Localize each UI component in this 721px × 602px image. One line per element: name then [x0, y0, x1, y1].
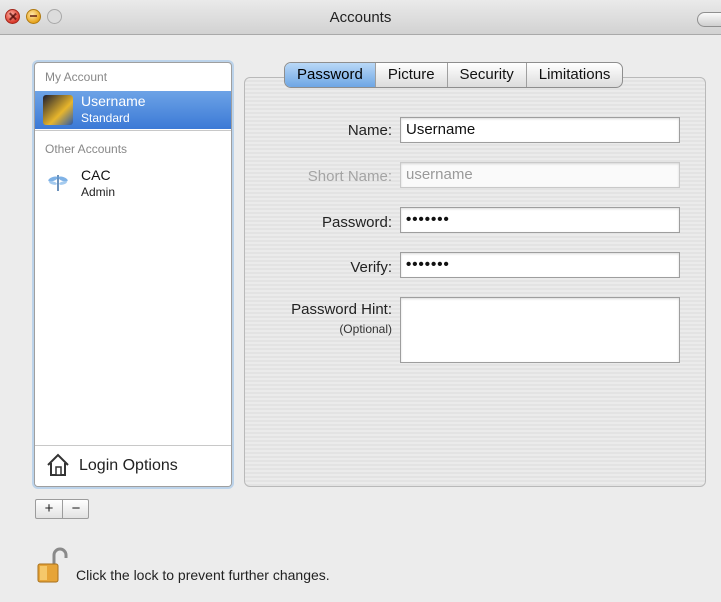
password-hint-field[interactable] — [400, 297, 680, 363]
password-hint-label: Password Hint: — [291, 301, 392, 318]
short-name-label: Short Name: — [307, 168, 392, 185]
user-avatar — [43, 95, 73, 125]
name-field[interactable]: Username — [400, 117, 680, 143]
lock-icon[interactable] — [36, 546, 72, 586]
other-accounts-header: Other Accounts — [45, 142, 128, 156]
accounts-window: Accounts My Account Username Standard Ot… — [0, 0, 721, 602]
add-account-button[interactable]: + — [36, 500, 63, 518]
tab-bar: Password Picture Security Limitations — [284, 62, 624, 88]
tab-limitations[interactable]: Limitations — [527, 63, 623, 87]
verify-field[interactable]: ••••••• — [400, 252, 680, 278]
tab-security[interactable]: Security — [448, 63, 527, 87]
account-name: CAC — [81, 167, 111, 183]
tab-picture[interactable]: Picture — [376, 63, 448, 87]
house-icon — [47, 453, 69, 476]
password-label: Password: — [321, 214, 392, 231]
short-name-field: username — [400, 162, 680, 188]
verify-label: Verify: — [350, 259, 392, 276]
tab-password[interactable]: Password — [285, 63, 376, 87]
dragonfly-avatar-icon — [48, 175, 68, 191]
name-label: Name: — [347, 122, 392, 139]
toolbar-toggle-button[interactable] — [697, 12, 721, 27]
login-options-label: Login Options — [79, 457, 178, 474]
lock-message: Click the lock to prevent further change… — [76, 567, 330, 583]
remove-account-button[interactable]: − — [63, 500, 89, 518]
accounts-list: My Account Username Standard Other Accou… — [34, 62, 232, 487]
account-role: Admin — [81, 185, 116, 199]
account-name: Username — [81, 93, 146, 109]
divider — [35, 130, 231, 131]
window-title: Accounts — [329, 9, 392, 26]
login-options-item[interactable]: Login Options — [35, 445, 231, 486]
optional-note: (Optional) — [339, 322, 392, 336]
account-row[interactable]: CAC Admin — [35, 167, 231, 201]
add-remove-control: + − — [35, 499, 89, 519]
password-field[interactable]: ••••••• — [400, 207, 680, 233]
account-role: Standard — [81, 111, 130, 125]
title-bar: Accounts — [0, 0, 721, 35]
account-row-selected[interactable]: Username Standard — [35, 91, 231, 129]
my-account-header: My Account — [45, 70, 108, 84]
